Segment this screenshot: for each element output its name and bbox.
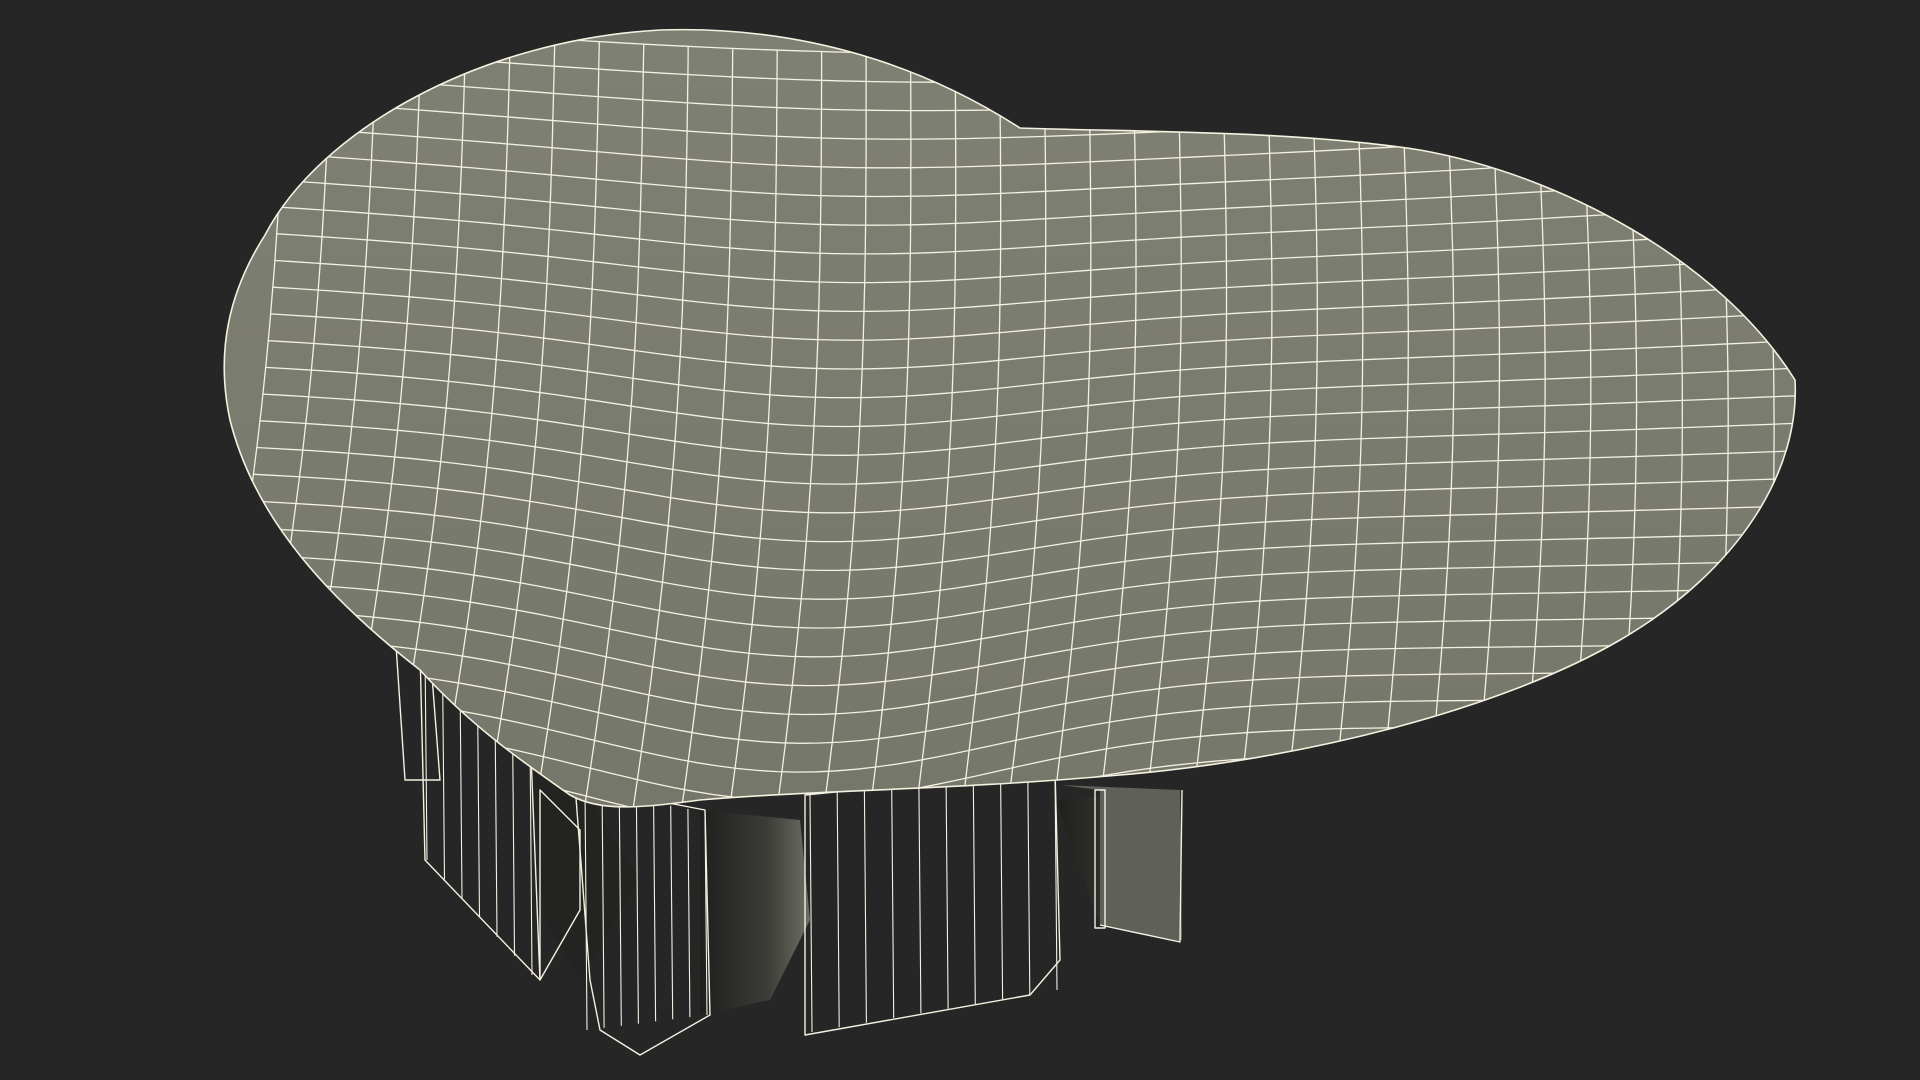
leg-front-right <box>804 769 1061 1036</box>
render-viewport <box>0 0 1920 1080</box>
wireframe-model <box>223 28 1797 1056</box>
leg-front-right-lines <box>809 771 1058 1033</box>
